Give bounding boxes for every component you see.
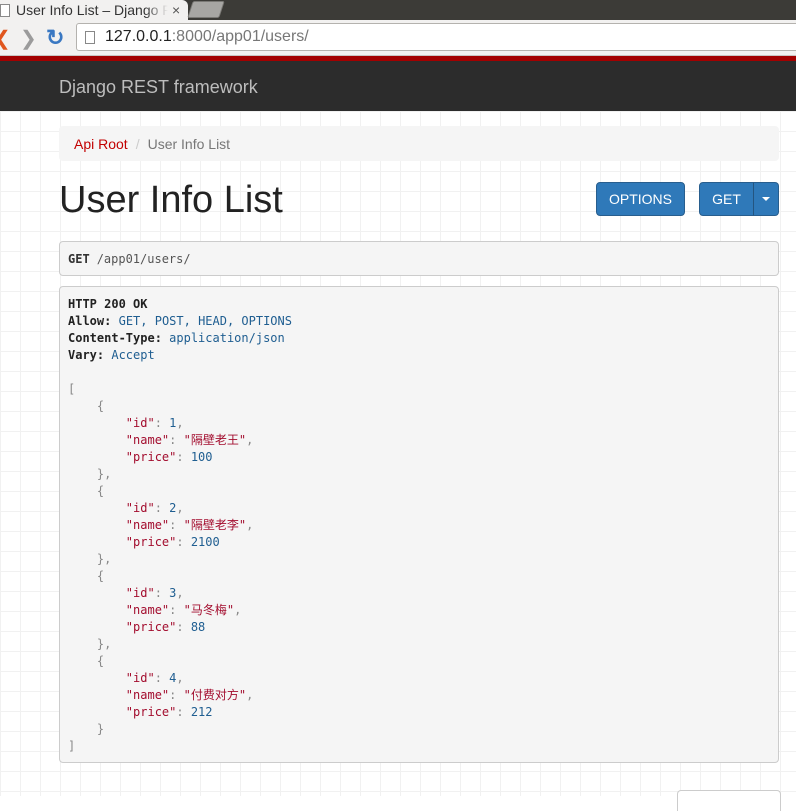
browser-tabstrip: User Info List – Django REST framework × — [0, 0, 796, 20]
forward-arrow-icon[interactable]: ❯ — [20, 26, 37, 51]
page-icon — [85, 30, 95, 44]
browser-tab[interactable]: User Info List – Django REST framework × — [0, 0, 188, 20]
options-button[interactable]: OPTIONS — [596, 182, 685, 216]
navbar: Django REST framework — [0, 56, 796, 111]
footer-form-tab — [677, 790, 781, 811]
response-info: HTTP 200 OK Allow: GET, POST, HEAD, OPTI… — [59, 286, 779, 763]
page-title: User Info List — [59, 179, 283, 221]
page-favicon-icon — [0, 3, 10, 17]
address-bar[interactable]: 127.0.0.1 :8000/app01/users/ — [76, 23, 796, 51]
request-info: GET /app01/users/ — [59, 241, 779, 276]
item-name: "隔壁老王" — [183, 433, 247, 447]
header-allow-value: GET, POST, HEAD, OPTIONS — [118, 314, 292, 328]
url-path: :8000/app01/users/ — [171, 28, 309, 45]
item-price: 212 — [190, 705, 213, 719]
tab-title: User Info List – Django REST framework — [16, 2, 168, 18]
header-vary-key: Vary: — [68, 348, 105, 362]
breadcrumb-current: User Info List — [147, 135, 231, 152]
new-tab-button[interactable] — [187, 1, 225, 18]
back-arrow-icon[interactable]: ❮ — [0, 26, 11, 51]
tab-close-icon[interactable]: × — [172, 2, 180, 18]
item-name: "隔壁老李" — [183, 518, 247, 532]
item-name: "付费对方" — [183, 688, 247, 702]
header-allow-key: Allow: — [68, 314, 112, 328]
request-path: /app01/users/ — [96, 251, 191, 266]
header-vary-value: Accept — [111, 348, 155, 362]
item-price: 2100 — [190, 535, 220, 549]
get-button[interactable]: GET — [699, 182, 754, 216]
navbar-brand[interactable]: Django REST framework — [59, 77, 258, 98]
breadcrumb-api-root[interactable]: Api Root — [74, 136, 128, 152]
breadcrumb: Api Root / User Info List — [59, 126, 779, 161]
request-method: GET — [68, 251, 90, 266]
browser-toolbar: ❮ ❯ ↻ 127.0.0.1 :8000/app01/users/ — [0, 20, 796, 56]
item-price: 88 — [190, 620, 206, 634]
url-host: 127.0.0.1 — [105, 28, 172, 45]
header-content-type-value: application/json — [169, 331, 285, 345]
page-content: Api Root / User Info List User Info List… — [0, 111, 796, 811]
response-status: HTTP 200 OK — [68, 297, 148, 311]
header-content-type-key: Content-Type: — [68, 331, 162, 345]
get-format-dropdown[interactable] — [753, 182, 779, 216]
item-price: 100 — [190, 450, 213, 464]
item-name: "马冬梅" — [183, 603, 235, 617]
caret-down-icon — [762, 197, 770, 201]
breadcrumb-separator: / — [135, 135, 140, 152]
reload-icon[interactable]: ↻ — [46, 25, 64, 51]
